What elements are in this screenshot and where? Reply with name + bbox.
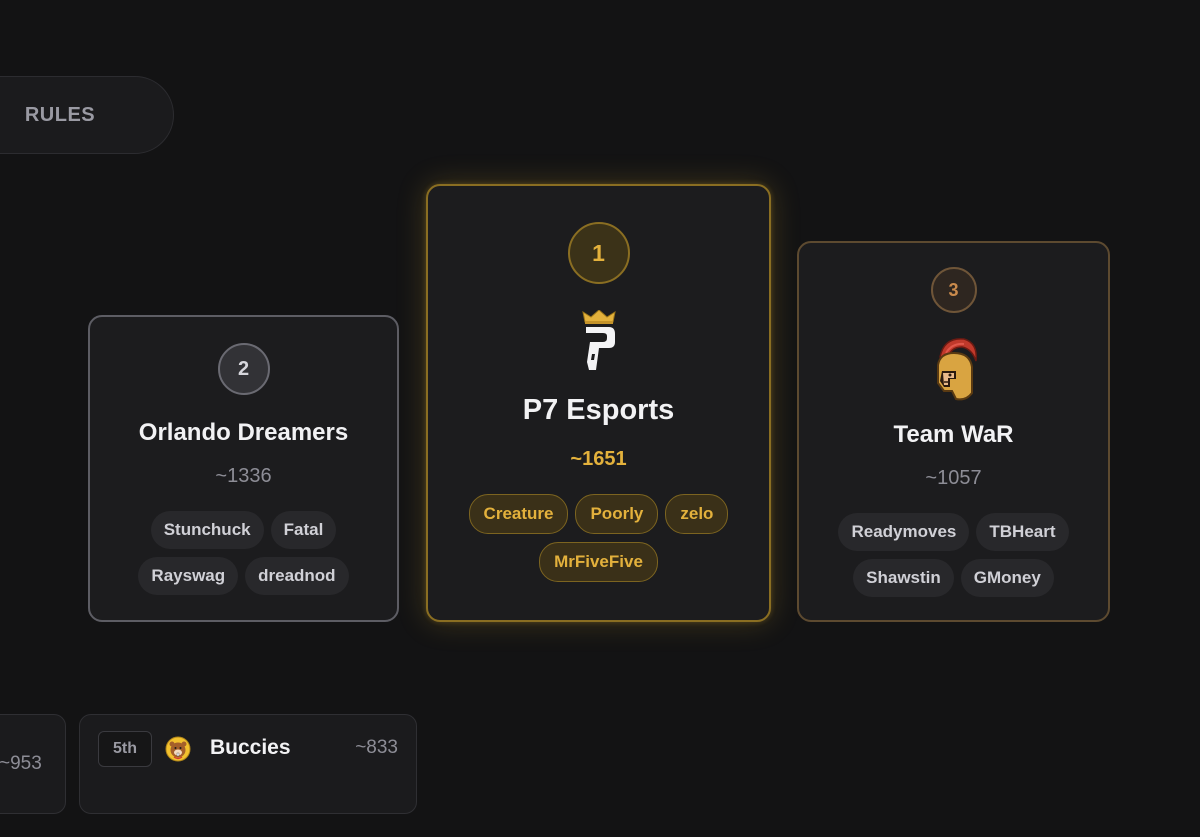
player-list: Creature Poorly zelo MrFiveFive — [464, 494, 733, 582]
rank-badge: 3 — [930, 267, 977, 313]
rank-badge: 2 — [217, 343, 270, 395]
team-name[interactable]: Buccies — [210, 736, 291, 760]
team-rating: ~1651 — [570, 448, 627, 470]
rank-badge: 1 — [567, 222, 630, 284]
standings-row-fifth[interactable]: 5th Buccies ~833 — [79, 714, 417, 814]
tab-bar: RULES — [0, 76, 174, 154]
player-chip[interactable]: zelo — [665, 494, 729, 534]
player-chip[interactable]: Poorly — [575, 494, 659, 534]
team-rating: ~1336 — [215, 465, 272, 487]
player-chip[interactable]: Fatal — [270, 511, 337, 549]
player-chip[interactable]: MrFiveFive — [539, 542, 658, 582]
player-chip[interactable]: Creature — [468, 494, 569, 534]
team-rating: ~833 — [355, 737, 398, 758]
player-chip[interactable]: dreadnod — [245, 557, 349, 595]
team-name: Orlando Dreamers — [138, 419, 349, 446]
player-chip[interactable]: Rayswag — [138, 557, 239, 595]
player-chip[interactable]: TBHeart — [976, 513, 1069, 551]
player-list: Readymoves TBHeart Shawstin GMoney — [833, 513, 1074, 597]
leaderboard-page: RULES 2 Orlando Dreamers ~1336 Stunchuck… — [0, 0, 1200, 837]
standings-row-fourth[interactable]: ~953 — [0, 714, 66, 814]
podium-card-first[interactable]: 1 P7 Esports ~1651 Creature Poorly zelo … — [426, 184, 771, 622]
podium-card-third[interactable]: 3 Team WaR ~1057 Readymoves TBHeart Shaw… — [797, 241, 1110, 622]
team-rating: ~1057 — [925, 467, 982, 489]
team-rating: ~953 — [0, 753, 42, 774]
tab-rules[interactable]: RULES — [21, 77, 99, 153]
player-chip[interactable]: Shawstin — [853, 559, 954, 597]
player-chip[interactable]: Readymoves — [838, 513, 970, 551]
player-list: Stunchuck Fatal Rayswag dreadnod — [130, 511, 357, 595]
podium-card-second[interactable]: 2 Orlando Dreamers ~1336 Stunchuck Fatal… — [88, 315, 399, 622]
team-name: P7 Esports — [522, 394, 675, 426]
p7-esports-logo-icon — [581, 310, 616, 370]
spartan-helmet-logo-icon — [936, 338, 977, 401]
player-chip[interactable]: GMoney — [960, 559, 1054, 597]
place-badge: 5th — [98, 731, 152, 767]
player-chip[interactable]: Stunchuck — [150, 511, 264, 549]
team-name: Team WaR — [893, 421, 1014, 448]
beaver-logo-icon — [165, 736, 191, 762]
